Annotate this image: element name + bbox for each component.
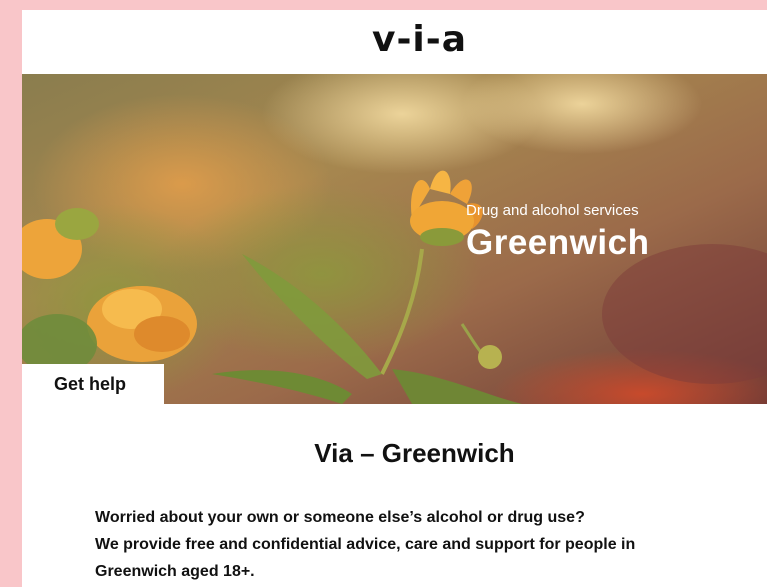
hero-title: Greenwich — [466, 223, 650, 262]
hero-subtitle: Drug and alcohol services — [466, 202, 639, 219]
intro-line-3: Greenwich aged 18+. — [95, 563, 255, 580]
hero-flowers-image — [22, 74, 767, 404]
hero-text: Drug and alcohol services Greenwich — [466, 202, 649, 263]
hero-banner: Drug and alcohol services Greenwich Get … — [22, 74, 767, 404]
site-logo[interactable]: v-i-a — [372, 19, 467, 60]
get-help-button[interactable]: Get help — [22, 364, 164, 404]
intro-line-1: Worried about your own or someone else’s… — [95, 509, 585, 526]
intro-line-2: We provide free and confidential advice,… — [95, 536, 636, 553]
intro-text: Worried about your own or someone else’s… — [95, 504, 767, 585]
page: v-i-a Drug and alcohol services Greenwic… — [22, 10, 767, 587]
site-header: v-i-a — [22, 10, 767, 74]
page-title: Via – Greenwich — [314, 438, 515, 468]
